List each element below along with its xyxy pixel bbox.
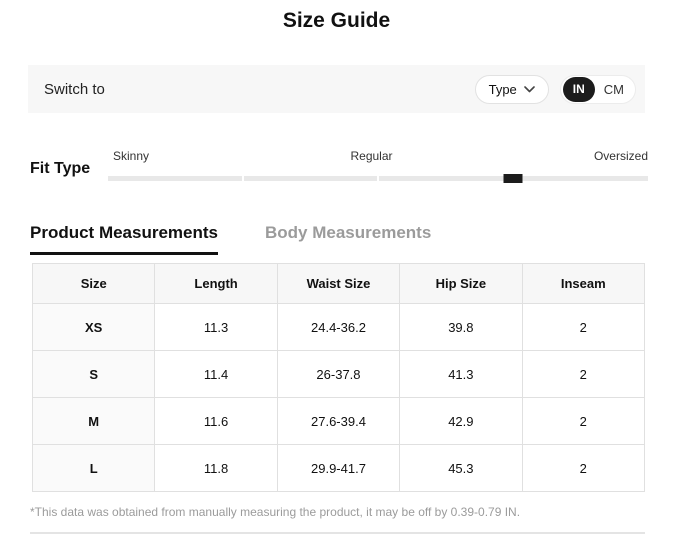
size-label-cell: S	[33, 351, 155, 398]
measurement-cell: 11.8	[155, 445, 277, 492]
switch-to-label: Switch to	[44, 81, 105, 98]
size-label-cell: XS	[33, 304, 155, 351]
fit-scale-label-skinny: Skinny	[113, 149, 149, 164]
page-title: Size Guide	[0, 0, 673, 33]
table-header-cell: Waist Size	[277, 264, 399, 304]
measurement-cell: 45.3	[400, 445, 522, 492]
measurement-cell: 2	[522, 304, 644, 351]
fit-track-segment	[515, 176, 649, 181]
chevron-down-icon	[524, 86, 535, 93]
measurement-cell: 41.3	[400, 351, 522, 398]
fit-scale-label-oversized: Oversized	[594, 149, 648, 164]
fit-type-track	[108, 176, 648, 181]
fit-scale-labels: Skinny Regular Oversized	[108, 149, 648, 164]
type-dropdown[interactable]: Type	[475, 75, 549, 104]
fit-type-section: Fit Type Skinny Regular Oversized	[30, 149, 648, 181]
table-row: S11.426-37.841.32	[33, 351, 645, 398]
table-row: L11.829.9-41.745.32	[33, 445, 645, 492]
measurement-cell: 11.6	[155, 398, 277, 445]
bottom-divider	[30, 532, 645, 534]
measurement-cell: 26-37.8	[277, 351, 399, 398]
tab-product-measurements[interactable]: Product Measurements	[30, 223, 218, 255]
measurement-cell: 42.9	[400, 398, 522, 445]
fit-track-segment	[379, 176, 513, 181]
switch-to-bar: Switch to Type IN CM	[28, 65, 645, 113]
fit-track-segment	[244, 176, 378, 181]
measurement-cell: 39.8	[400, 304, 522, 351]
fit-type-label: Fit Type	[30, 149, 108, 181]
fit-type-marker	[504, 174, 523, 183]
table-header-cell: Inseam	[522, 264, 644, 304]
fit-type-scale: Skinny Regular Oversized	[108, 149, 648, 181]
measurement-cell: 24.4-36.2	[277, 304, 399, 351]
table-row: XS11.324.4-36.239.82	[33, 304, 645, 351]
measurement-cell: 2	[522, 351, 644, 398]
table-row: M11.627.6-39.442.92	[33, 398, 645, 445]
unit-toggle-cm[interactable]: CM	[595, 82, 633, 97]
measurement-disclaimer: *This data was obtained from manually me…	[30, 505, 645, 519]
unit-toggle: IN CM	[560, 75, 636, 104]
measurement-cell: 29.9-41.7	[277, 445, 399, 492]
size-label-cell: L	[33, 445, 155, 492]
type-dropdown-label: Type	[489, 82, 517, 97]
table-header-cell: Hip Size	[400, 264, 522, 304]
table-header-cell: Length	[155, 264, 277, 304]
tab-body-measurements[interactable]: Body Measurements	[265, 223, 431, 255]
fit-scale-label-regular: Regular	[350, 149, 392, 164]
measurement-cell: 11.4	[155, 351, 277, 398]
measurement-tabs: Product Measurements Body Measurements	[30, 223, 645, 255]
size-label-cell: M	[33, 398, 155, 445]
measurement-cell: 27.6-39.4	[277, 398, 399, 445]
measurement-cell: 2	[522, 445, 644, 492]
unit-toggle-in[interactable]: IN	[563, 77, 595, 102]
table-header-row: SizeLengthWaist SizeHip SizeInseam	[33, 264, 645, 304]
table-header-cell: Size	[33, 264, 155, 304]
size-guide-panel: Size Guide Switch to Type IN CM Fit Type…	[0, 0, 673, 552]
size-table: SizeLengthWaist SizeHip SizeInseam XS11.…	[32, 263, 645, 492]
fit-track-segment	[108, 176, 242, 181]
measurement-cell: 2	[522, 398, 644, 445]
measurement-cell: 11.3	[155, 304, 277, 351]
switch-controls: Type IN CM	[475, 75, 636, 104]
